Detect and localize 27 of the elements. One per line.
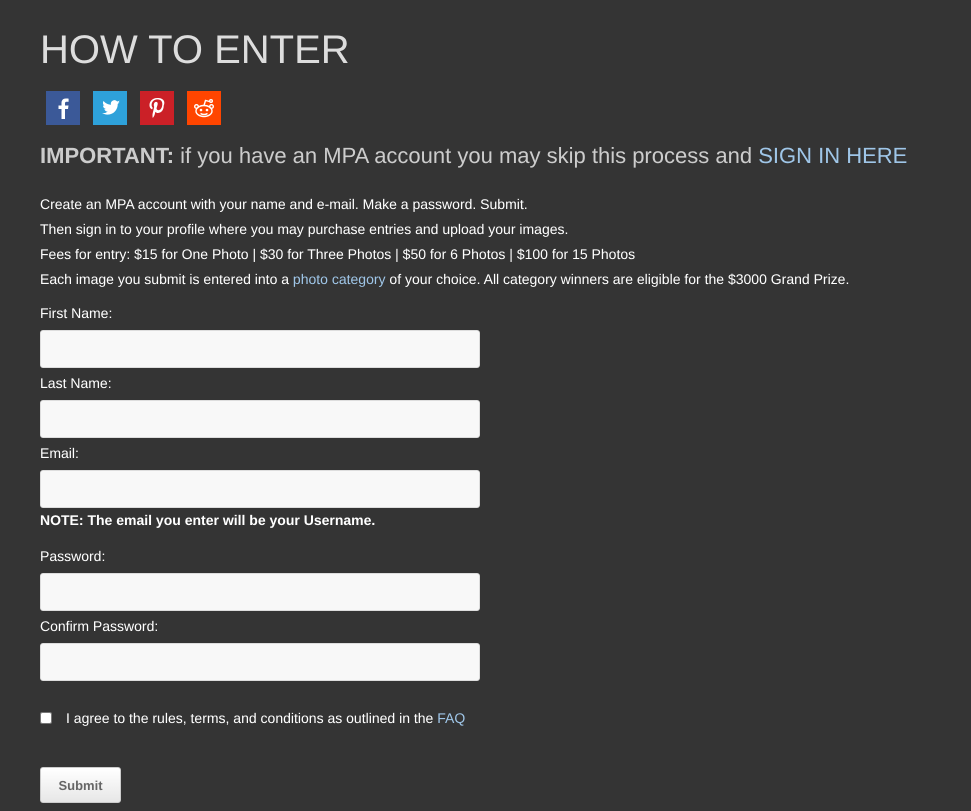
twitter-icon[interactable] [93, 91, 127, 125]
facebook-icon[interactable] [46, 91, 80, 125]
agree-text: I agree to the rules, terms, and conditions as outlined in the FAQ [66, 709, 466, 727]
input-field[interactable] [40, 330, 480, 368]
field-label: Email: [40, 444, 79, 462]
agree-checkbox[interactable] [40, 712, 52, 724]
page-title: HOW TO ENTER [40, 27, 350, 74]
faq-link[interactable]: FAQ [437, 710, 466, 726]
field-label: First Name: [40, 304, 112, 322]
input-field[interactable] [40, 573, 480, 611]
input-field[interactable] [40, 470, 480, 508]
submit-button[interactable]: Submit [40, 767, 121, 803]
instruction-text: Fees for entry: $15 for One Photo | $30 for Three Photos | $50 for 6 Photos | $100 for 15 Photos [40, 245, 636, 264]
field-label: Password: [40, 547, 106, 565]
photo-category-link[interactable]: photo category [292, 271, 386, 287]
instruction-text: Each image you submit is entered into a photo category of your choice. All category winners are eligible for the $3000 Grand Prize. [40, 270, 850, 289]
reddit-icon[interactable] [187, 91, 221, 125]
important-notice: IMPORTANT: if you have an MPA account you may skip this process and SIGN IN HERE [40, 142, 908, 170]
instruction-text: Then sign in to your profile where you may purchase entries and upload your images. [40, 220, 570, 239]
pinterest-icon[interactable] [140, 91, 174, 125]
sign-in-link[interactable]: SIGN IN HERE [758, 143, 908, 168]
input-field[interactable] [40, 400, 480, 438]
instruction-text: Create an MPA account with your name and e-mail. Make a password. Submit. [40, 195, 529, 214]
field-label: Confirm Password: [40, 617, 158, 635]
input-field[interactable] [40, 643, 480, 681]
field-label: Last Name: [40, 374, 112, 392]
email-note: NOTE: The email you enter will be your Username. [40, 511, 376, 529]
